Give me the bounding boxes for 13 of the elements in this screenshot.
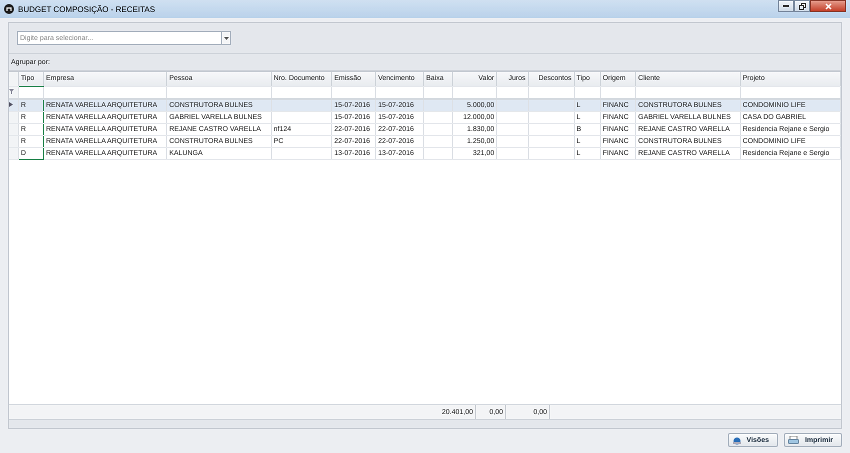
close-button[interactable] — [810, 0, 846, 12]
maximize-button[interactable] — [794, 0, 810, 12]
window-title: BUDGET COMPOSIÇÃO - RECEITAS — [18, 4, 156, 14]
row-indicator-icon — [9, 102, 13, 107]
app-icon — [4, 4, 14, 14]
dropdown-icon — [224, 36, 228, 40]
minimize-icon — [783, 5, 789, 7]
filter-icon[interactable] — [9, 88, 14, 94]
restore-icon — [798, 2, 806, 10]
dropdown-button[interactable] — [221, 31, 231, 45]
printer-icon — [788, 436, 799, 444]
close-icon — [824, 2, 832, 10]
minimize-button[interactable] — [778, 0, 794, 12]
